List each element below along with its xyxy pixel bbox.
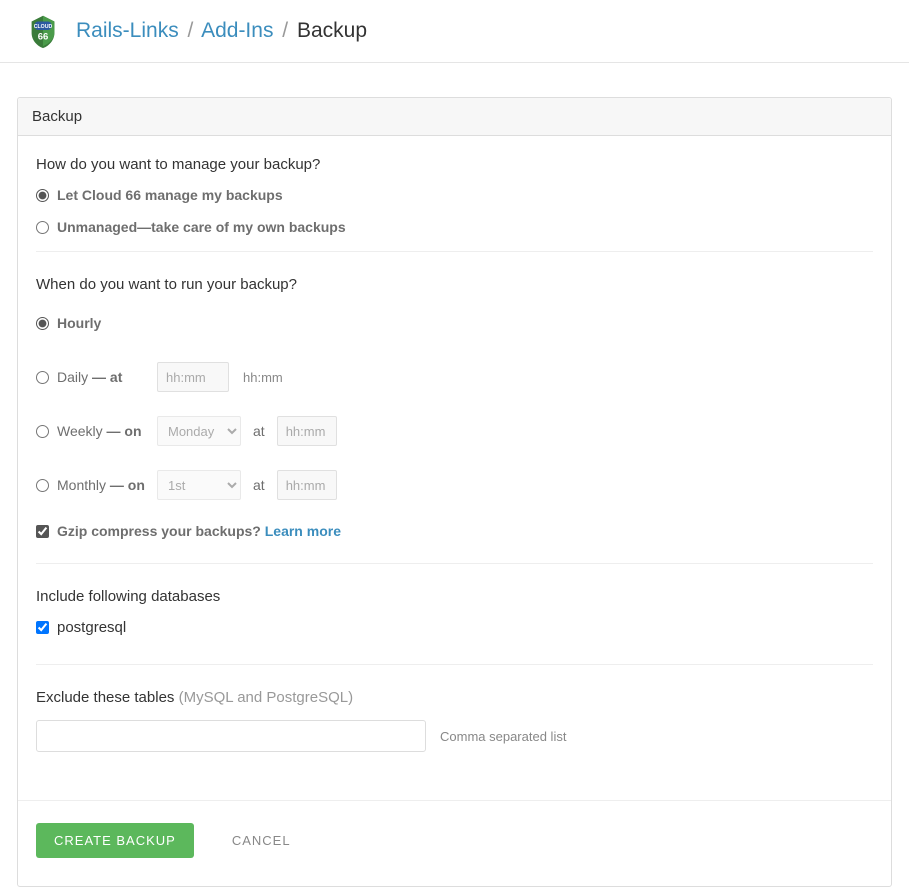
weekly-day-select[interactable]: Monday: [157, 416, 241, 446]
schedule-weekly-row: Weekly — on Monday at: [36, 415, 873, 447]
panel-title: Backup: [18, 98, 891, 136]
databases-heading: Include following databases: [36, 588, 873, 605]
exclude-label: Exclude these tables (MySQL and PostgreS…: [36, 689, 873, 706]
schedule-daily-row: Daily — at hh:mm: [36, 361, 873, 393]
breadcrumb: Rails-Links / Add-Ins / Backup: [76, 19, 367, 43]
divider: [36, 664, 873, 665]
exclude-hint: Comma separated list: [440, 729, 566, 744]
schedule-question: When do you want to run your backup?: [36, 276, 873, 293]
backup-panel: Backup How do you want to manage your ba…: [17, 97, 892, 887]
radio-daily[interactable]: [36, 371, 49, 384]
page-header: CLOUD 66 Rails-Links / Add-Ins / Backup: [0, 0, 909, 63]
gzip-row: Gzip compress your backups? Learn more: [36, 523, 873, 539]
weekly-at-label: at: [253, 423, 265, 439]
radio-weekly[interactable]: [36, 425, 49, 438]
exclude-hint-paren: (MySQL and PostgreSQL): [179, 689, 354, 706]
database-row: postgresql: [36, 619, 873, 636]
schedule-monthly-row: Monthly — on 1st at: [36, 469, 873, 501]
radio-hourly-label: Hourly: [57, 315, 101, 331]
radio-managed-label: Let Cloud 66 manage my backups: [57, 187, 283, 203]
breadcrumb-rails-links[interactable]: Rails-Links: [76, 19, 179, 42]
panel-footer: CREATE BACKUP CANCEL: [18, 800, 891, 886]
weekly-time-input[interactable]: [277, 416, 337, 446]
radio-unmanaged[interactable]: [36, 221, 49, 234]
radio-monthly-label: Monthly — on: [57, 477, 157, 493]
exclude-tables-input[interactable]: [36, 720, 426, 752]
create-backup-button[interactable]: CREATE BACKUP: [36, 823, 194, 858]
gzip-checkbox[interactable]: [36, 525, 49, 538]
schedule-hourly-row: Hourly: [36, 307, 873, 339]
divider: [36, 251, 873, 252]
svg-text:CLOUD: CLOUD: [34, 24, 53, 30]
breadcrumb-sep: /: [188, 19, 194, 42]
db-postgresql-label: postgresql: [57, 619, 126, 636]
gzip-learn-more-link[interactable]: Learn more: [265, 523, 341, 539]
svg-text:66: 66: [38, 32, 49, 43]
radio-managed[interactable]: [36, 189, 49, 202]
manage-question: How do you want to manage your backup?: [36, 156, 873, 173]
db-postgresql-checkbox[interactable]: [36, 621, 49, 634]
radio-monthly[interactable]: [36, 479, 49, 492]
divider: [36, 563, 873, 564]
monthly-at-label: at: [253, 477, 265, 493]
gzip-label: Gzip compress your backups? Learn more: [57, 523, 341, 539]
exclude-row: Comma separated list: [36, 720, 873, 752]
daily-time-input[interactable]: [157, 362, 229, 392]
breadcrumb-add-ins[interactable]: Add-Ins: [201, 19, 273, 42]
cancel-button[interactable]: CANCEL: [232, 833, 291, 848]
radio-unmanaged-label: Unmanaged—take care of my own backups: [57, 219, 346, 235]
radio-managed-row: Let Cloud 66 manage my backups: [36, 187, 873, 203]
breadcrumb-current: Backup: [297, 19, 367, 42]
radio-daily-label: Daily — at: [57, 369, 157, 385]
monthly-time-input[interactable]: [277, 470, 337, 500]
breadcrumb-sep: /: [282, 19, 288, 42]
radio-weekly-label: Weekly — on: [57, 423, 157, 439]
radio-hourly[interactable]: [36, 317, 49, 330]
daily-time-hint: hh:mm: [243, 370, 283, 385]
monthly-day-select[interactable]: 1st: [157, 470, 241, 500]
radio-unmanaged-row: Unmanaged—take care of my own backups: [36, 219, 873, 235]
panel-body: How do you want to manage your backup? L…: [18, 136, 891, 800]
cloud66-logo: CLOUD 66: [24, 12, 62, 50]
